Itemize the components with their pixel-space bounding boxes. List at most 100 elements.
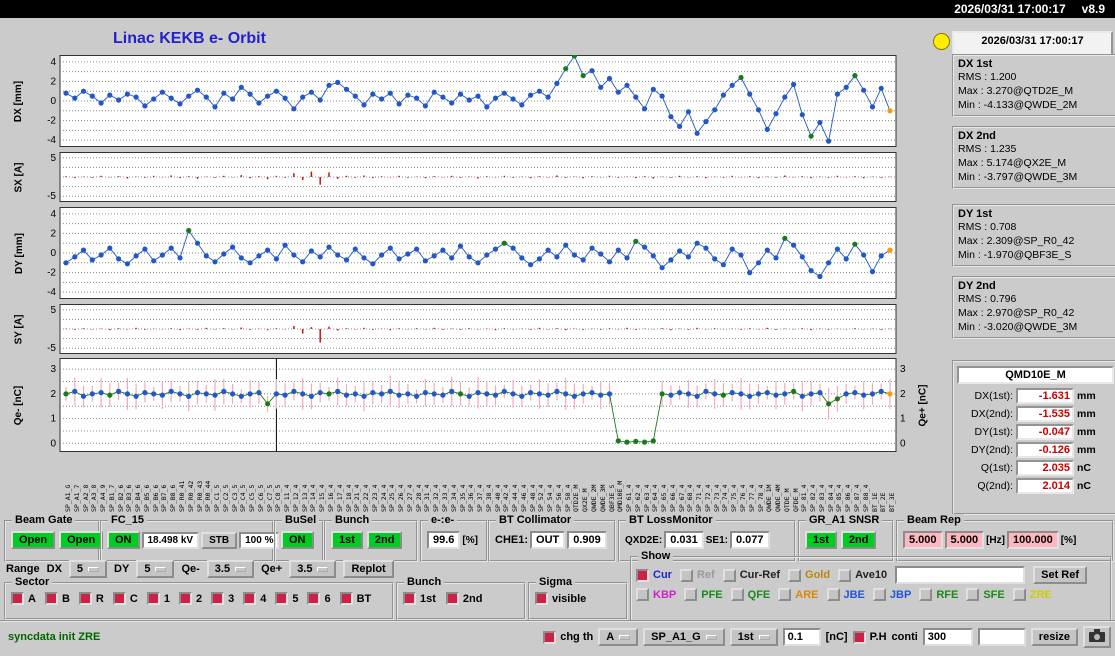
bpm-label: QBF3E_S	[607, 484, 616, 512]
monitor-label: Q(2nd):	[977, 480, 1013, 492]
svg-text:0: 0	[50, 248, 56, 259]
checkbox-box	[543, 630, 557, 644]
sx-steering-chart[interactable]: 5 -5	[36, 152, 916, 205]
screenshot-button[interactable]	[1083, 626, 1111, 648]
replot-button[interactable]: Replot	[343, 560, 394, 578]
bunch-2nd-button[interactable]: 2nd	[366, 531, 403, 549]
sector-select[interactable]: A	[598, 628, 639, 646]
sector-checkbox-c[interactable]: C	[112, 592, 138, 605]
set-ref-button[interactable]: Set Ref	[1033, 566, 1088, 584]
show-zre-checkbox[interactable]: ZRE	[1012, 588, 1052, 601]
show-rfe-checkbox[interactable]: RFE	[919, 588, 958, 601]
range-dx-select[interactable]: 5	[68, 560, 108, 578]
bpm-label: SP_65_4	[660, 484, 669, 512]
monitor-unit: mm	[1077, 444, 1096, 456]
show-sfe-checkbox[interactable]: SFE	[966, 588, 1005, 601]
qxd2e-label: QXD2E:	[625, 534, 663, 546]
show-jbe-checkbox[interactable]: JBE	[826, 588, 865, 601]
bunch-select[interactable]: 1st	[729, 628, 778, 646]
show-group: Show Cur Ref Cur-Ref Gold Ave10 Set Ref …	[630, 550, 1112, 622]
aux-input[interactable]	[977, 628, 1026, 646]
show-ref-checkbox[interactable]: Ref	[679, 568, 715, 582]
option-menu-icon	[155, 566, 167, 572]
gr-snsr-2nd-button[interactable]: 2nd	[840, 531, 877, 549]
beam-gate-open-1-button[interactable]: Open	[11, 531, 56, 549]
app-window: 2026/03/31 17:00:17 v8.9 Linac KEKB e- Or…	[0, 0, 1115, 656]
sector-checkbox-a[interactable]: A	[11, 592, 36, 605]
sy-steering-chart[interactable]: 5 -5	[36, 304, 916, 357]
fc15-stb-button[interactable]: STB	[201, 531, 238, 549]
show-qfe-checkbox[interactable]: QFE	[730, 588, 771, 601]
bunch-1st-checkbox[interactable]: 1st	[403, 592, 436, 605]
monitor-label: DX(1st):	[974, 390, 1013, 402]
threshold-input[interactable]	[782, 628, 821, 646]
se1-label: SE1:	[705, 534, 728, 546]
bpm-label: SP_87_4	[852, 484, 861, 512]
checkbox-label: A	[28, 592, 36, 605]
bpm-label: SP_C4_5	[239, 484, 248, 512]
sector-checkbox-3[interactable]: 3	[211, 592, 234, 605]
show-gold-checkbox[interactable]: Gold	[788, 568, 830, 582]
bpm-label: SP_26_4	[397, 484, 406, 512]
bunch-1st-button[interactable]: 1st	[331, 531, 363, 549]
show-cur-ref-checkbox[interactable]: Cur-Ref	[722, 568, 780, 582]
sector-checkbox-bt[interactable]: BT	[339, 592, 371, 605]
show-pfe-checkbox[interactable]: PFE	[684, 588, 723, 601]
bpm-label: SP_33_4	[440, 484, 449, 512]
checkbox-box	[684, 588, 698, 601]
show-ave10-checkbox[interactable]: Ave10	[838, 568, 888, 582]
checkbox-box	[788, 568, 802, 582]
range-dx-label: DX	[46, 563, 62, 575]
stat-box-dy-1st: DY 1st RMS : 0.708 Max : 2.309@SP_R0_42 …	[952, 204, 1115, 267]
dy-orbit-chart[interactable]: 4 2 0 -2 -4	[36, 207, 916, 302]
sector-checkbox-2[interactable]: 2	[178, 592, 202, 605]
bpm-label: SP_78_4	[756, 484, 765, 512]
sector-checkbox-4[interactable]: 4	[243, 592, 266, 605]
bpm-label: SP_23_4	[370, 484, 379, 512]
checkbox-label: Ave10	[855, 569, 888, 581]
stat-min: Min : -1.970@QBF3E_S	[958, 249, 1072, 261]
range-dy-select[interactable]: 5	[136, 560, 175, 578]
fc15-on-button[interactable]: ON	[107, 531, 140, 549]
sector-checkbox-b[interactable]: B	[44, 592, 70, 605]
charge-chart[interactable]: 3 3 2 2 1 1 0 0	[36, 358, 916, 455]
bpm-label: QMD10E_M	[616, 480, 625, 512]
checkbox-label: QFE	[747, 588, 771, 601]
show-are-checkbox[interactable]: ARE	[778, 588, 819, 601]
monitor-value: -0.126	[1016, 442, 1074, 458]
busel-on-button[interactable]: ON	[281, 531, 314, 549]
beam-gate-group: Beam Gate Open Open	[4, 514, 104, 562]
ph-checkbox[interactable]: P.H	[852, 630, 887, 644]
bpm-label: QWDE_4M	[774, 484, 782, 512]
svg-text:3: 3	[50, 364, 56, 375]
bpm-label-strip: SP_A1_G SP_A1_7 SP_A2_8 SP_A3_8 SP_A4_9 SP_B1…	[36, 452, 916, 516]
checkbox-box	[307, 592, 321, 605]
sector-checkbox-5[interactable]: 5	[275, 592, 298, 605]
monitor-value: -1.535	[1016, 406, 1074, 422]
dx-orbit-chart[interactable]: 4 2 0 -2 -4	[36, 53, 916, 150]
checkbox-box	[679, 568, 693, 582]
bunch-2nd-checkbox[interactable]: 2nd	[445, 592, 482, 605]
ref-file-input[interactable]	[895, 566, 1026, 584]
gr-snsr-1st-button[interactable]: 1st	[805, 531, 837, 549]
beam-rep-pct-readout: 100.000	[1006, 531, 1059, 549]
sector-checkbox-6[interactable]: 6	[307, 592, 331, 605]
beam-gate-open-2-button[interactable]: Open	[59, 531, 104, 549]
interval-input[interactable]	[922, 628, 973, 646]
show-kbp-checkbox[interactable]: KBP	[636, 588, 676, 601]
show-cur-checkbox[interactable]: Cur	[636, 568, 672, 582]
bpm-select[interactable]: SP_A1_G	[643, 628, 725, 646]
sector-checkbox-r[interactable]: R	[78, 592, 104, 605]
stat-title: DX 1st	[958, 58, 993, 70]
range-qe-plus-select[interactable]: 3.5	[289, 560, 337, 578]
bpm-label: SP_73_4	[712, 484, 721, 512]
chg-th-checkbox[interactable]: chg th	[543, 630, 593, 644]
stat-rms: RMS : 1.235	[958, 143, 1017, 155]
che1-label: CHE1:	[495, 534, 529, 546]
monitor-label: DY(2nd):	[970, 444, 1013, 456]
sigma-visible-checkbox[interactable]: visible	[535, 592, 586, 605]
sector-checkbox-1[interactable]: 1	[146, 592, 170, 605]
show-jbp-checkbox[interactable]: JBP	[872, 588, 911, 601]
range-qe-minus-select[interactable]: 3.5	[206, 560, 255, 578]
resize-button[interactable]: resize	[1030, 628, 1078, 646]
